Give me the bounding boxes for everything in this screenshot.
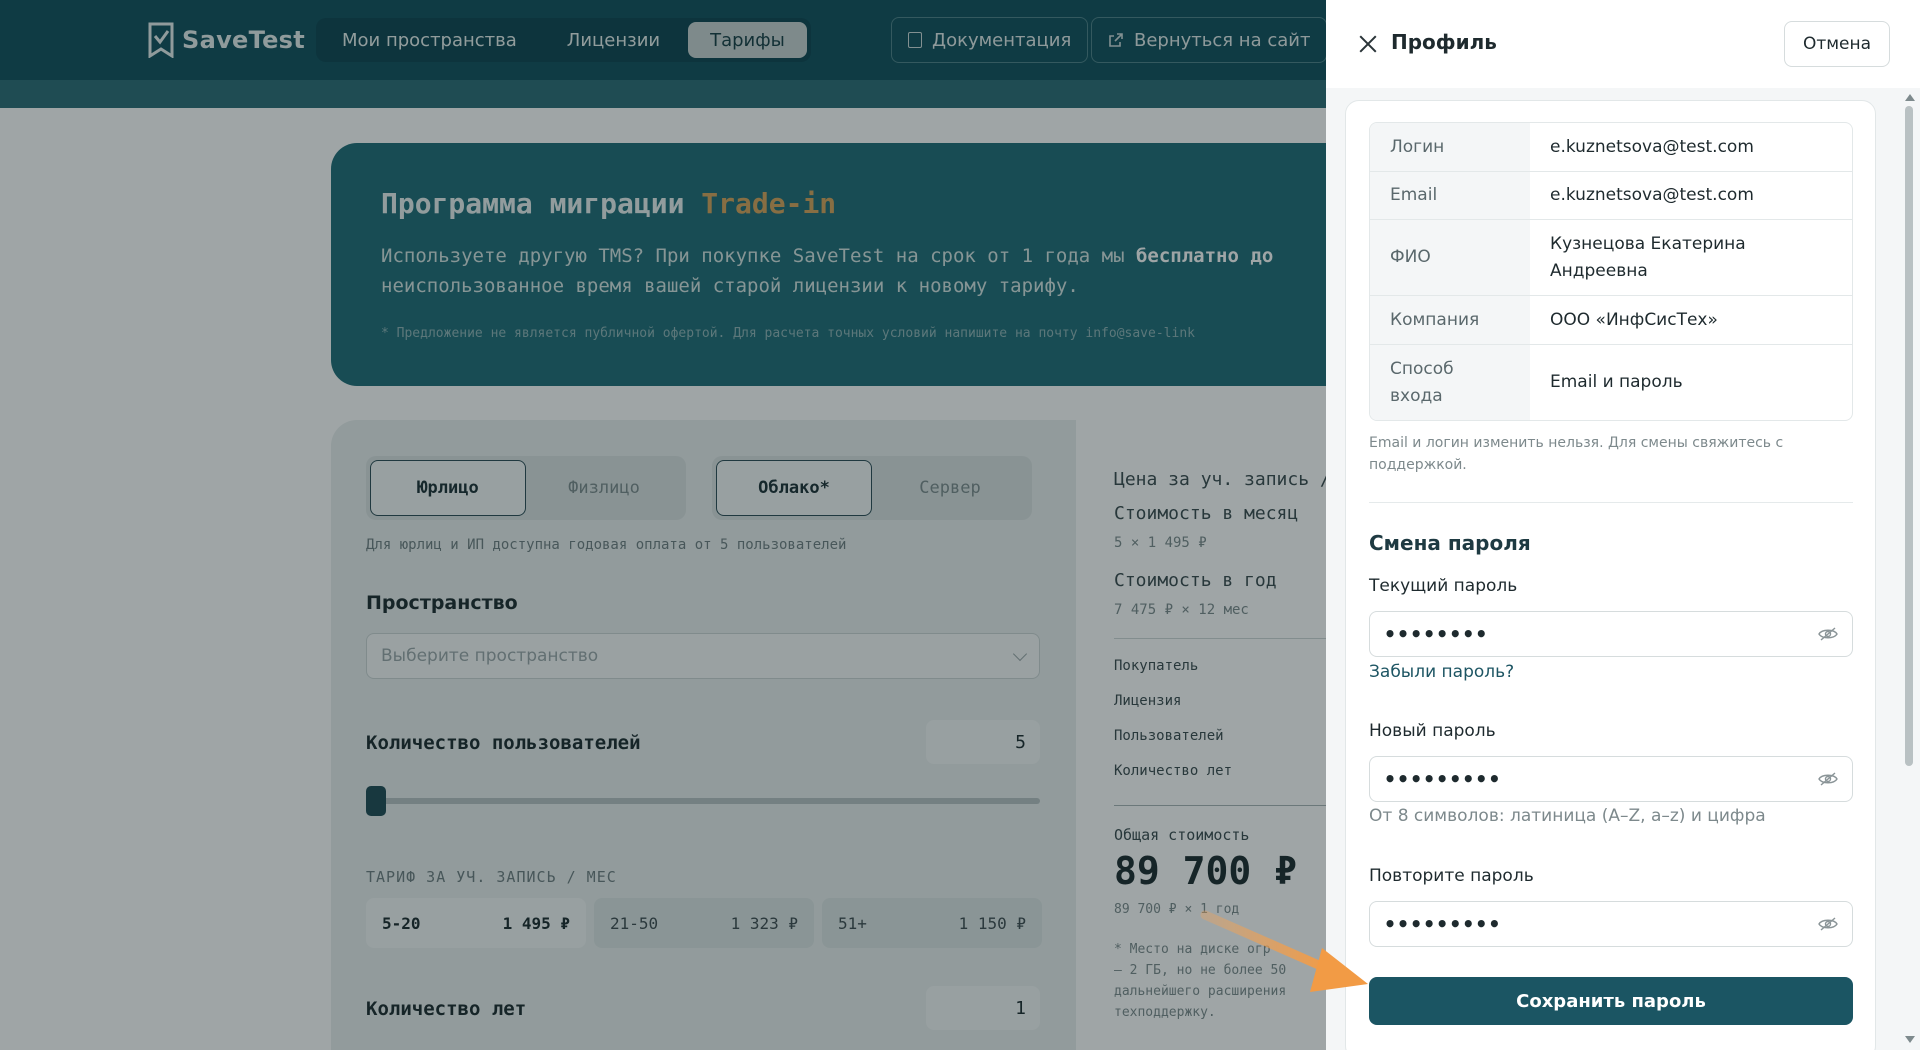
- password-section-title: Смена пароля: [1369, 531, 1531, 555]
- info-value: Кузнецова Екатерина Андреевна: [1550, 233, 1746, 281]
- info-key: Логин: [1370, 123, 1530, 171]
- forgot-password-link[interactable]: Забыли пароль?: [1369, 662, 1514, 682]
- eye-off-icon[interactable]: [1818, 772, 1838, 786]
- info-key: Способ входа: [1370, 345, 1530, 420]
- current-password-input[interactable]: ••••••••: [1369, 611, 1853, 657]
- table-row: Логин e.kuznetsova@test.com: [1370, 123, 1852, 171]
- cancel-button[interactable]: Отмена: [1784, 21, 1890, 67]
- new-password-hint: От 8 символов: латиница (A–Z, a–z) и циф…: [1369, 806, 1766, 826]
- current-password-value: ••••••••: [1384, 622, 1489, 646]
- readonly-hint: Email и логин изменить нельзя. Для смены…: [1369, 435, 1784, 473]
- info-key: ФИО: [1370, 220, 1530, 295]
- info-value: ООО «ИнфСисТех»: [1550, 309, 1718, 330]
- info-value: e.kuznetsova@test.com: [1550, 185, 1754, 205]
- table-row: Email e.kuznetsova@test.com: [1370, 171, 1852, 219]
- current-password-label: Текущий пароль: [1369, 576, 1518, 596]
- close-icon[interactable]: [1358, 34, 1378, 54]
- modal-overlay[interactable]: [0, 0, 1326, 1050]
- scroll-thumb[interactable]: [1905, 106, 1913, 766]
- info-value: Email и пароль: [1550, 372, 1683, 392]
- table-row: Компания ООО «ИнфСисТех»: [1370, 295, 1852, 344]
- scroll-down-arrow-icon[interactable]: [1905, 1036, 1915, 1043]
- eye-off-icon[interactable]: [1818, 917, 1838, 931]
- new-password-input[interactable]: •••••••••: [1369, 756, 1853, 802]
- section-divider: [1369, 502, 1853, 503]
- info-key: Email: [1370, 172, 1530, 219]
- info-key: Компания: [1370, 296, 1530, 344]
- repeat-password-value: •••••••••: [1384, 912, 1502, 936]
- info-value: e.kuznetsova@test.com: [1550, 136, 1754, 157]
- repeat-password-label: Повторите пароль: [1369, 866, 1534, 886]
- repeat-password-input[interactable]: •••••••••: [1369, 901, 1853, 947]
- save-password-button[interactable]: Сохранить пароль: [1369, 977, 1853, 1025]
- table-row: Способ входа Email и пароль: [1370, 344, 1852, 420]
- profile-info-table: Логин e.kuznetsova@test.com Email e.kuzn…: [1369, 122, 1853, 421]
- eye-off-icon[interactable]: [1818, 627, 1838, 641]
- new-password-label: Новый пароль: [1369, 721, 1496, 741]
- drawer-title: Профиль: [1391, 30, 1497, 54]
- scroll-up-arrow-icon[interactable]: [1905, 94, 1915, 101]
- table-row: ФИО Кузнецова Екатерина Андреевна: [1370, 219, 1852, 295]
- new-password-value: •••••••••: [1384, 767, 1502, 791]
